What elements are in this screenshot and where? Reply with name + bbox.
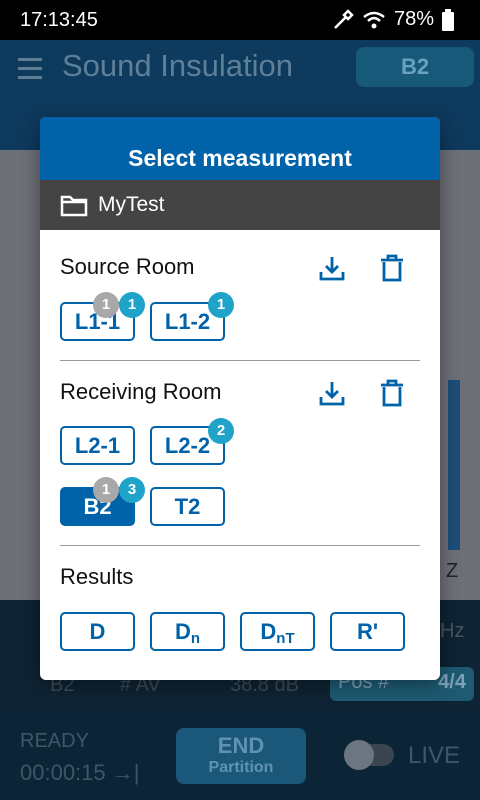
trash-icon[interactable] <box>378 254 406 282</box>
results-title: Results <box>60 564 134 589</box>
screen: 17:13:45 78% Sound Insulation B2 Z Hz B2… <box>0 0 480 800</box>
source-room-title: Source Room <box>60 254 195 279</box>
badge-count: 2 <box>208 418 234 444</box>
badge-count: 1 <box>93 477 119 503</box>
measurement-button-l2-1[interactable]: L2-1 <box>60 426 135 465</box>
active-measurement-chip[interactable]: B2 <box>356 47 474 87</box>
tester-icon <box>334 8 354 29</box>
live-toggle[interactable] <box>344 740 394 770</box>
select-measurement-dialog: Select measurement MyTest Source Room L1… <box>40 117 440 680</box>
result-button-d[interactable]: D <box>60 612 135 651</box>
timer: 00:00:15 →| <box>20 760 140 785</box>
battery-icon <box>442 8 454 31</box>
badge-count: 1 <box>93 292 119 318</box>
folder-icon <box>60 195 88 217</box>
folder-row[interactable]: MyTest <box>40 180 440 230</box>
dialog-title: Select measurement <box>40 117 440 180</box>
divider <box>60 360 420 361</box>
result-button-r-prime[interactable]: R' <box>330 612 405 651</box>
badge-count: 1 <box>208 292 234 318</box>
receiving-room-title: Receiving Room <box>60 379 222 404</box>
axis-z-label: Z <box>446 560 459 582</box>
end-label: END <box>217 733 265 758</box>
end-sub-label: Partition <box>208 759 274 776</box>
status-time: 17:13:45 <box>20 9 98 31</box>
folder-name: MyTest <box>98 193 165 216</box>
badge-count: 1 <box>119 292 145 318</box>
app-title: Sound Insulation <box>62 48 293 83</box>
end-button[interactable]: END Partition <box>176 728 306 784</box>
wifi-icon <box>363 11 385 28</box>
download-icon[interactable] <box>318 255 346 283</box>
badge-count: 3 <box>119 477 145 503</box>
footer: READY 00:00:15 →| END Partition LIVE <box>0 710 480 800</box>
trash-icon[interactable] <box>378 379 406 407</box>
live-label: LIVE <box>408 742 461 769</box>
menu-icon[interactable] <box>18 58 42 85</box>
hz-label: Hz <box>440 620 465 642</box>
result-button-dn[interactable]: Dn <box>150 612 225 651</box>
status-ready: READY <box>20 730 89 752</box>
battery-percent: 78% <box>393 8 434 30</box>
download-icon[interactable] <box>318 380 346 408</box>
divider <box>60 545 420 546</box>
measurement-button-t2[interactable]: T2 <box>150 487 225 526</box>
status-bar: 17:13:45 78% <box>0 0 480 40</box>
result-button-dnt[interactable]: DnT <box>240 612 315 651</box>
pos-value: 4/4 <box>438 671 466 693</box>
graph-bar <box>448 380 460 550</box>
dialog-body: Source Room L1-1 1 1 L1-2 1 Receiving Ro… <box>40 230 440 680</box>
